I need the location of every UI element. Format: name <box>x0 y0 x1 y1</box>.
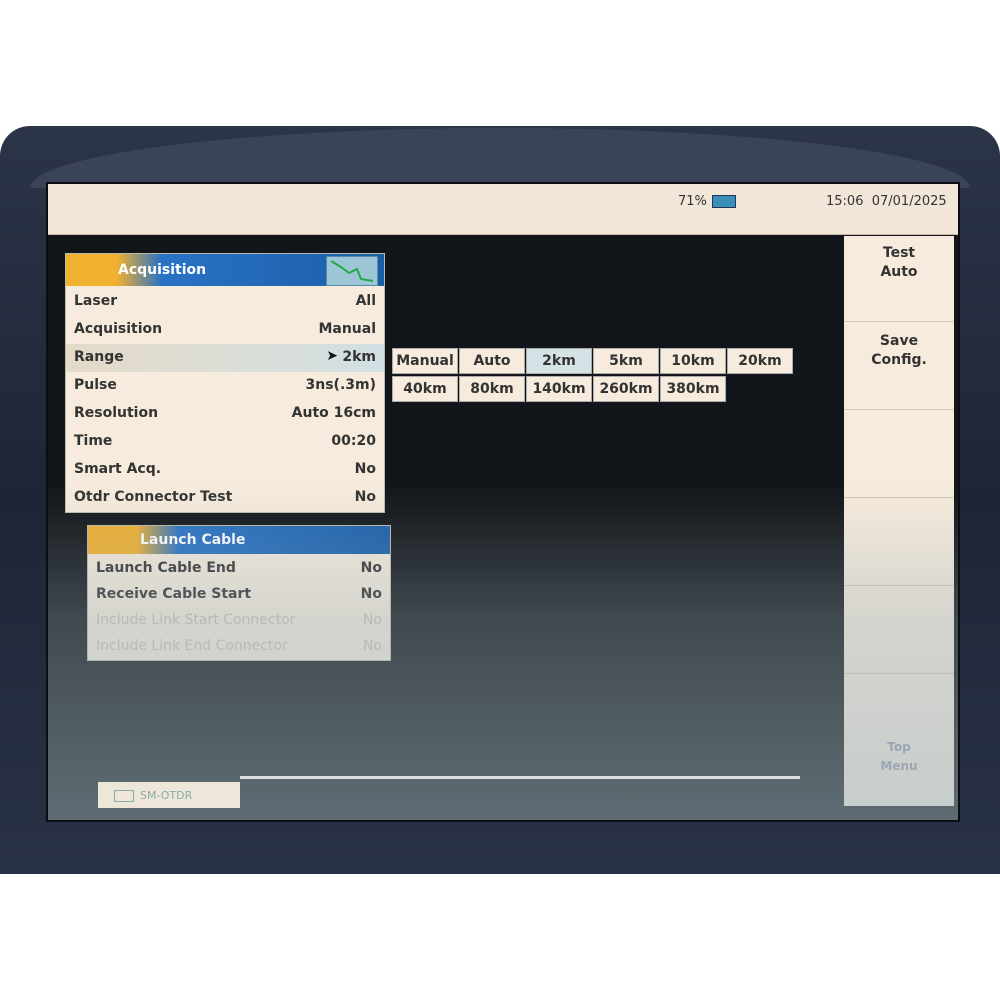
setting-row-include-link-start: Include Link Start Connector No <box>88 608 390 634</box>
softkey-label: Test <box>882 245 916 261</box>
time: 15:06 <box>826 194 864 209</box>
softkey-label: Menu <box>880 759 918 773</box>
setting-row-pulse[interactable]: Pulse 3ns(.3m) <box>66 372 384 400</box>
top-menu-softkey[interactable]: Top Menu <box>844 730 954 816</box>
setting-label: Include Link End Connector <box>96 638 288 654</box>
trace-icon <box>326 256 378 286</box>
setting-label: Time <box>74 433 113 449</box>
setting-row-receive-cable-start[interactable]: Receive Cable Start No <box>88 582 390 608</box>
range-option-380km[interactable]: 380km <box>660 376 726 402</box>
softkey-label: Config. <box>871 352 927 368</box>
setting-row-range[interactable]: Range ➤ 2km <box>66 344 384 372</box>
setting-row-smart-acq[interactable]: Smart Acq. No <box>66 456 384 484</box>
setting-value: No <box>360 560 382 576</box>
acquisition-panel: Acquisition Laser All Acquisition Manual… <box>66 254 384 512</box>
softkey-label: Save <box>879 333 919 349</box>
softkey-column: Test Auto Save Config. Top Menu <box>844 236 954 806</box>
range-option-2km[interactable]: 2km <box>526 348 592 374</box>
setting-value: Auto 16cm <box>291 405 376 421</box>
setting-value: 3ns(.3m) <box>305 377 377 393</box>
setting-label: Pulse <box>74 377 117 393</box>
setting-value: No <box>360 586 382 602</box>
setting-label: Include Link Start Connector <box>96 612 296 628</box>
setting-value: 00:20 <box>331 433 376 449</box>
setting-value: All <box>355 293 376 309</box>
range-option-40km[interactable]: 40km <box>392 376 458 402</box>
save-config-softkey[interactable]: Save Config. <box>844 324 954 410</box>
setting-row-time[interactable]: Time 00:20 <box>66 428 384 456</box>
date: 07/01/2025 <box>871 194 947 209</box>
setting-label: Otdr Connector Test <box>74 489 233 505</box>
setting-label: Laser <box>74 293 118 309</box>
pointer-icon: ➤ <box>326 348 338 364</box>
otdr-module-icon <box>114 790 134 802</box>
setting-label: Smart Acq. <box>74 461 162 477</box>
panel-header: Launch Cable <box>88 526 390 554</box>
battery-percent: 71% <box>678 194 707 209</box>
softkey-empty-3[interactable] <box>844 412 954 498</box>
panel-header: Acquisition <box>66 254 384 286</box>
setting-label: Resolution <box>74 405 159 421</box>
datetime: 15:06 07/01/2025 <box>826 194 947 209</box>
panel-title: Launch Cable <box>140 532 246 548</box>
setting-value: No <box>362 638 382 654</box>
screen: 71% 15:06 07/01/2025 Test Auto Save Conf… <box>46 182 960 822</box>
bottom-progress-bar <box>240 776 800 779</box>
softkey-empty-4[interactable] <box>844 500 954 586</box>
setting-row-otdr-connector-test[interactable]: Otdr Connector Test No <box>66 484 384 512</box>
range-option-260km[interactable]: 260km <box>593 376 659 402</box>
setting-row-resolution[interactable]: Resolution Auto 16cm <box>66 400 384 428</box>
setting-value: No <box>354 489 376 505</box>
setting-label: Launch Cable End <box>96 560 236 576</box>
range-option-auto[interactable]: Auto <box>459 348 525 374</box>
setting-row-laser[interactable]: Laser All <box>66 288 384 316</box>
range-option-80km[interactable]: 80km <box>459 376 525 402</box>
range-option-manual[interactable]: Manual <box>392 348 458 374</box>
softkey-empty-5[interactable] <box>844 588 954 674</box>
setting-value: 2km <box>342 349 376 365</box>
setting-label: Range <box>74 349 124 365</box>
sm-otdr-tab[interactable]: SM-OTDR <box>98 782 240 808</box>
setting-value: No <box>362 612 382 628</box>
range-option-20km[interactable]: 20km <box>727 348 793 374</box>
setting-row-include-link-end: Include Link End Connector No <box>88 634 390 660</box>
setting-label: Acquisition <box>74 321 163 337</box>
range-option-10km[interactable]: 10km <box>660 348 726 374</box>
setting-row-acquisition[interactable]: Acquisition Manual <box>66 316 384 344</box>
range-option-140km[interactable]: 140km <box>526 376 592 402</box>
panel-title: Acquisition <box>118 262 207 278</box>
softkey-label: Auto <box>880 264 918 280</box>
setting-label: Receive Cable Start <box>96 586 252 602</box>
setting-value: No <box>354 461 376 477</box>
launch-cable-panel: Launch Cable Launch Cable End No Receive… <box>88 526 390 660</box>
test-auto-softkey[interactable]: Test Auto <box>844 236 954 322</box>
tab-label: SM-OTDR <box>140 789 193 802</box>
battery-icon <box>712 195 736 208</box>
softkey-label: Top <box>887 740 911 754</box>
range-option-5km[interactable]: 5km <box>593 348 659 374</box>
setting-value: Manual <box>318 321 376 337</box>
setting-row-launch-cable-end[interactable]: Launch Cable End No <box>88 556 390 582</box>
status-bar: 71% 15:06 07/01/2025 <box>48 184 958 235</box>
